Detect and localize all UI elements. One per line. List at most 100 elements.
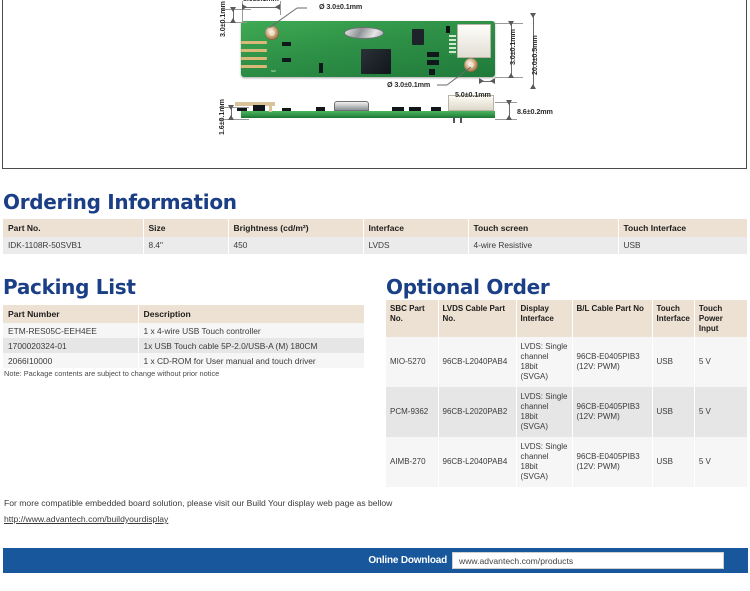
optional-cell-display: LVDS: Single channel 18bit (SVGA) bbox=[516, 387, 573, 438]
footer-bar: Online Download www.advantech.com/produc… bbox=[3, 548, 748, 573]
leader-group-bottom bbox=[437, 67, 471, 87]
leader-line-bottom-icon bbox=[437, 67, 471, 86]
dim-label-top-horizontal: 8.0±0.1mm bbox=[243, 0, 279, 3]
optional-cell-power: 5 V bbox=[694, 337, 749, 388]
ordering-information-title: Ordering Information bbox=[3, 190, 237, 214]
dim-label-left-vertical: 3.0±0.1mm bbox=[218, 1, 227, 37]
connector-pin-block bbox=[446, 26, 450, 33]
pcb-side-view-image bbox=[235, 95, 495, 123]
packing-cell-part-number: 2066I10000 bbox=[3, 353, 139, 368]
dim-label-bottom-horizontal: 5.0±0.1mm bbox=[455, 90, 491, 99]
ordering-information-table: Part No. Size Brightness (cd/m²) Interfa… bbox=[3, 219, 748, 254]
optional-cell-display: LVDS: Single channel 18bit (SVGA) bbox=[516, 437, 573, 488]
edge-pad-1 bbox=[241, 41, 267, 44]
side-connector-pin-2 bbox=[460, 117, 462, 123]
capacitor-component bbox=[344, 27, 384, 39]
optional-header-touch-power-input: Touch Power Input bbox=[694, 300, 749, 338]
ordering-cell-touch-interface: USB bbox=[618, 237, 748, 254]
table-row: PCM-9362 96CB-L2020PAB2 LVDS: Single cha… bbox=[386, 387, 749, 438]
table-header-row: Part No. Size Brightness (cd/m²) Interfa… bbox=[3, 219, 748, 237]
secondary-chip bbox=[412, 29, 424, 45]
side-flex-bend bbox=[269, 104, 272, 112]
table-row: IDK-1108R-50SVB1 8.4" 450 LVDS 4-wire Re… bbox=[3, 237, 748, 254]
table-row: 1700020324-01 1x USB Touch cable 5P-2.0/… bbox=[3, 338, 365, 353]
arrow-bottom-left bbox=[479, 78, 484, 84]
ordering-cell-touch-screen: 4-wire Resistive bbox=[468, 237, 619, 254]
optional-header-touch-interface: Touch Interface bbox=[652, 300, 695, 338]
packing-list-table: Part Number Description ETM-RES05C-EEH4E… bbox=[3, 305, 365, 368]
arrow-top-left bbox=[242, 4, 247, 10]
side-connector-pin-1 bbox=[453, 117, 455, 123]
build-your-display-link[interactable]: http://www.advantech.com/buildyourdispla… bbox=[4, 514, 168, 524]
ordering-header-size: Size bbox=[143, 219, 229, 237]
datasheet-page: SW 3.0±0.1mm 8.0±0 bbox=[0, 0, 750, 591]
optional-cell-power: 5 V bbox=[694, 387, 749, 438]
dim-label-hole-top: Ø 3.0±0.1mm bbox=[319, 2, 363, 11]
optional-order-title: Optional Order bbox=[386, 275, 550, 299]
arrow-left-bottom bbox=[230, 18, 236, 23]
ordering-header-brightness: Brightness (cd/m²) bbox=[228, 219, 364, 237]
dim-label-side-left: 1.6±0.1mm bbox=[217, 99, 226, 135]
packing-header-part-number: Part Number bbox=[3, 305, 139, 323]
optional-cell-bl: 96CB-E0405PIB3 (12V: PWM) bbox=[572, 437, 653, 488]
table-row: 2066I10000 1 x CD-ROM for User manual an… bbox=[3, 353, 365, 368]
side-smd-7 bbox=[431, 107, 441, 111]
table-row: ETM-RES05C-EEH4EE 1 x 4-wire USB Touch c… bbox=[3, 323, 365, 338]
arrow-bottom-right bbox=[490, 78, 495, 84]
optional-cell-power: 5 V bbox=[694, 437, 749, 488]
optional-header-lvds-cable-part-no: LVDS Cable Part No. bbox=[438, 300, 517, 338]
ordering-cell-brightness: 450 bbox=[228, 237, 364, 254]
dim-label-side-right: 8.6±0.2mm bbox=[517, 107, 553, 116]
ordering-cell-interface: LVDS bbox=[363, 237, 469, 254]
table-header-row: Part Number Description bbox=[3, 305, 365, 323]
leader-group-top bbox=[269, 6, 307, 28]
optional-cell-touch: USB bbox=[652, 337, 695, 388]
smd-component-5 bbox=[282, 42, 291, 46]
side-smd-5 bbox=[392, 107, 404, 111]
smd-component-3 bbox=[429, 69, 435, 75]
table-header-row: SBC Part No. LVDS Cable Part No. Display… bbox=[386, 300, 749, 338]
arrow-side-left-top bbox=[228, 105, 234, 110]
dim-label-hole-bottom: Ø 3.0±0.1mm bbox=[387, 80, 431, 89]
side-capacitor bbox=[334, 101, 369, 111]
optional-cell-touch: USB bbox=[652, 437, 695, 488]
arrow-right-inner-bottom bbox=[508, 73, 514, 78]
connector-pads bbox=[449, 35, 456, 55]
side-smd-3 bbox=[282, 108, 291, 111]
side-smd-4 bbox=[316, 107, 325, 111]
build-your-display-text: For more compatible embedded board solut… bbox=[4, 498, 393, 508]
packing-cell-description: 1 x 4-wire USB Touch controller bbox=[138, 323, 365, 338]
side-smd-6 bbox=[409, 107, 421, 111]
packing-list-title: Packing List bbox=[3, 275, 136, 299]
optional-cell-lvds: 96CB-L2020PAB2 bbox=[438, 387, 517, 438]
arrow-side-left-bottom bbox=[228, 115, 234, 120]
side-smd-2 bbox=[253, 105, 265, 111]
optional-cell-lvds: 96CB-L2040PAB4 bbox=[438, 337, 517, 388]
download-url-field[interactable]: www.advantech.com/products bbox=[452, 552, 724, 569]
arrow-side-right-top bbox=[506, 100, 512, 105]
edge-pad-4 bbox=[241, 65, 267, 68]
smd-component-2 bbox=[427, 60, 439, 65]
packing-cell-description: 1 x CD-ROM for User manual and touch dri… bbox=[138, 353, 365, 368]
optional-header-bl-cable-part-no: B/L Cable Part No bbox=[572, 300, 653, 338]
optional-cell-display: LVDS: Single channel 18bit (SVGA) bbox=[516, 337, 573, 388]
ordering-header-interface: Interface bbox=[363, 219, 469, 237]
main-ic-chip bbox=[361, 49, 391, 74]
optional-cell-bl: 96CB-E0405PIB3 (12V: PWM) bbox=[572, 337, 653, 388]
packing-cell-part-number: ETM-RES05C-EEH4EE bbox=[3, 323, 139, 338]
packing-cell-description: 1x USB Touch cable 5P-2.0/USB-A (M) 180C… bbox=[138, 338, 365, 353]
packing-header-description: Description bbox=[138, 305, 365, 323]
white-connector bbox=[457, 24, 491, 58]
ordering-cell-part-no: IDK-1108R-50SVB1 bbox=[3, 237, 144, 254]
dim-label-right-outer: 20.0±0.5mm bbox=[530, 35, 539, 75]
edge-pad-2 bbox=[241, 49, 267, 52]
ordering-header-touch-screen: Touch screen bbox=[468, 219, 619, 237]
leader-line-top-icon bbox=[269, 7, 307, 28]
optional-header-display-interface: Display Interface bbox=[516, 300, 573, 338]
optional-cell-bl: 96CB-E0405PIB3 (12V: PWM) bbox=[572, 387, 653, 438]
packing-list-note: Note: Package contents are subject to ch… bbox=[4, 369, 220, 378]
ordering-cell-size: 8.4" bbox=[143, 237, 229, 254]
arrow-right-outer-bottom bbox=[530, 84, 536, 89]
mechanical-drawing-frame: SW 3.0±0.1mm 8.0±0 bbox=[2, 0, 747, 169]
smd-component-6 bbox=[282, 58, 291, 62]
